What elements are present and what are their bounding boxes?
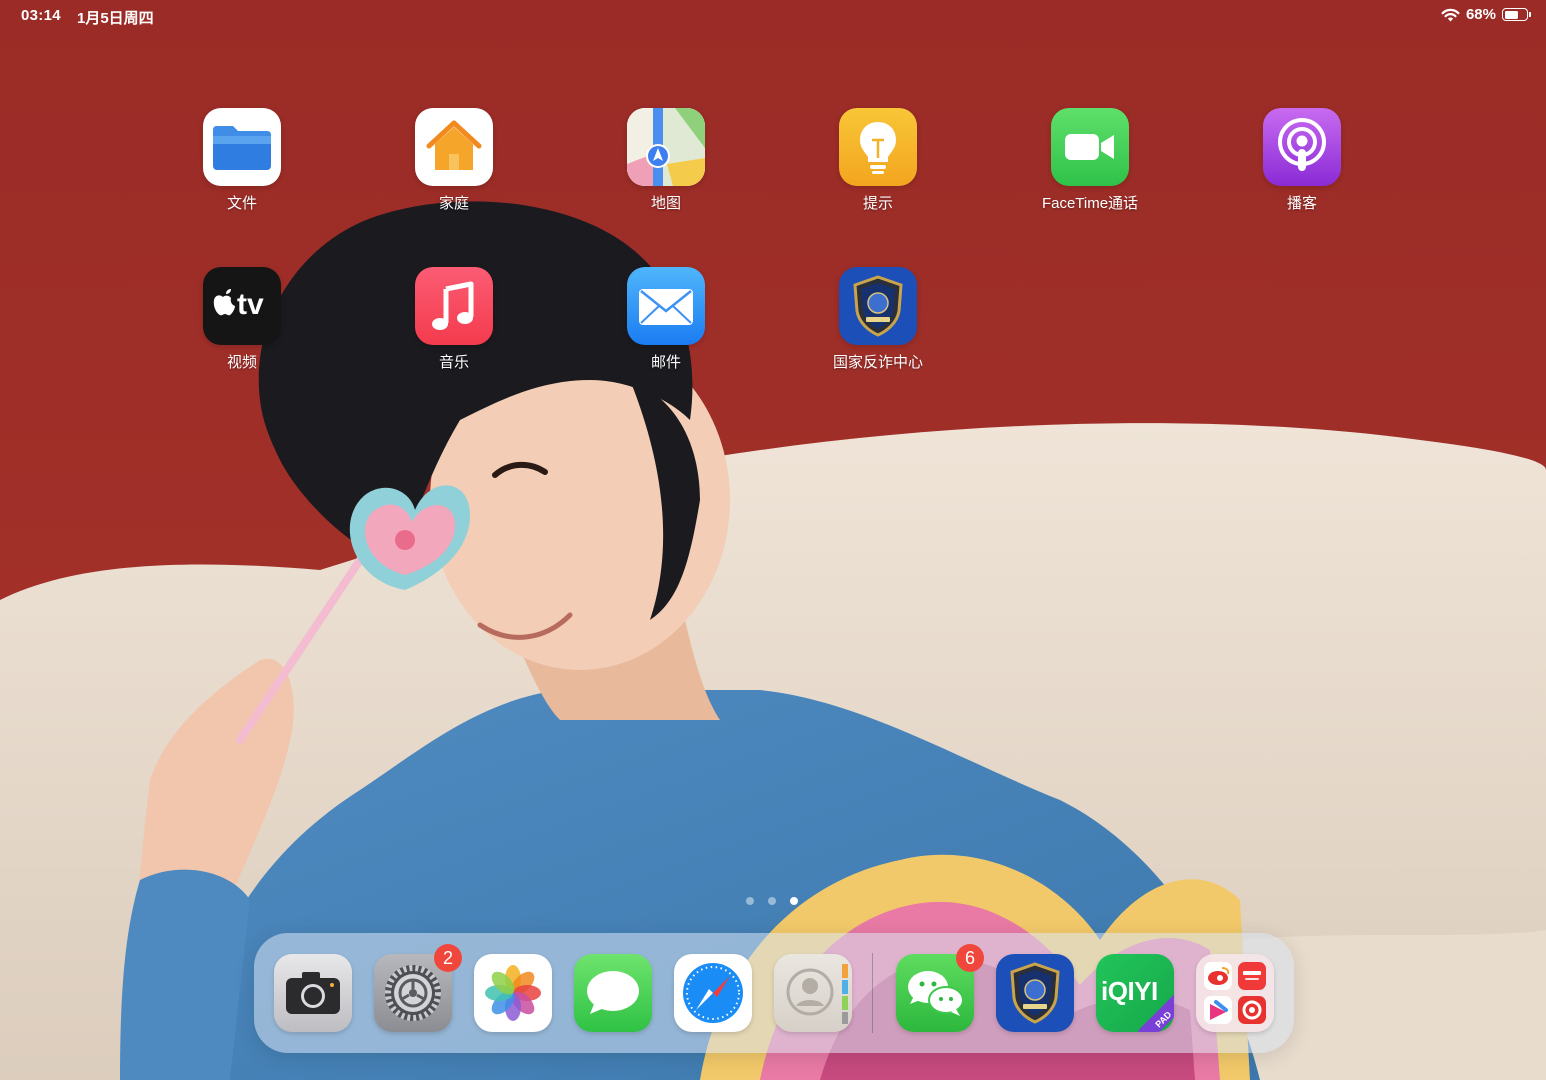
notification-badge: 6 [956,944,984,972]
app-tips[interactable]: 提示 [808,108,948,213]
app-anti-fraud[interactable]: 国家反诈中心 [808,267,948,372]
files-folder-icon [203,108,281,186]
anti-fraud-shield-icon [996,954,1074,1032]
iqiyi-pad-text: PAD [1153,1009,1174,1030]
page-dot[interactable] [746,897,754,905]
app-label: 地图 [650,195,681,212]
camera-icon [274,954,352,1032]
app-label: 播客 [1286,195,1317,212]
app-music[interactable]: 音乐 [384,267,524,372]
tips-lightbulb-icon [839,108,917,186]
dock-settings[interactable]: 2 [374,944,462,1032]
app-mail[interactable]: 邮件 [596,267,736,372]
photos-flower-icon [474,954,552,1032]
tv-icon-text: tv [237,288,264,321]
anti-fraud-shield-icon [839,267,917,345]
battery-percent: 68% [1465,6,1496,23]
app-label: 视频 [226,354,257,371]
app-label: 提示 [862,195,893,212]
wifi-icon [1441,8,1460,21]
status-right-group: 68% [1441,6,1531,23]
music-note-icon [415,267,493,345]
notification-badge: 2 [434,944,462,972]
page-indicator[interactable] [746,897,798,905]
app-label: 国家反诈中心 [832,354,923,371]
app-home[interactable]: 家庭 [384,108,524,213]
dock-iqiyi[interactable]: iQIYI PAD [1096,954,1174,1032]
app-label: 文件 [226,195,257,212]
dock-photos[interactable] [474,954,552,1032]
dock-app-folder[interactable] [1196,954,1274,1032]
mail-envelope-icon [627,267,705,345]
maps-icon [627,108,705,186]
home-house-icon [415,108,493,186]
iqiyi-icon: iQIYI PAD [1096,954,1174,1032]
app-maps[interactable]: 地图 [596,108,736,213]
dock-safari[interactable] [674,954,752,1032]
app-tv[interactable]: tv 视频 [172,267,312,372]
dock: 2 6 iQIYI PAD [254,933,1294,1053]
page-dot-active[interactable] [790,897,798,905]
app-label: 邮件 [650,354,681,371]
app-files[interactable]: 文件 [172,108,312,213]
safari-compass-icon [674,954,752,1032]
page-dot[interactable] [768,897,776,905]
app-folder-icon [1196,954,1274,1032]
messages-bubble-icon [574,954,652,1032]
apple-tv-icon: tv [203,267,281,345]
podcasts-icon [1263,108,1341,186]
status-date: 1月5日周四 [77,10,154,27]
facetime-camera-icon [1051,108,1129,186]
contacts-person-icon [774,954,852,1032]
app-label: 音乐 [438,354,469,371]
dock-anti-fraud[interactable] [996,954,1074,1032]
dock-contacts[interactable] [774,954,852,1032]
app-label: FaceTime通话 [1041,195,1139,212]
app-podcasts[interactable]: 播客 [1232,108,1372,213]
dock-separator [872,953,873,1033]
status-bar: 03:14 1月5日周四 68% [0,0,1546,32]
iqiyi-icon-text: iQIYI [1101,976,1158,1006]
dock-wechat[interactable]: 6 [896,944,984,1032]
battery-icon [1502,8,1531,21]
app-facetime[interactable]: FaceTime通话 [1020,108,1160,213]
status-time: 03:14 [21,7,61,24]
dock-camera[interactable] [274,954,352,1032]
app-label: 家庭 [438,195,469,212]
dock-messages[interactable] [574,954,652,1032]
